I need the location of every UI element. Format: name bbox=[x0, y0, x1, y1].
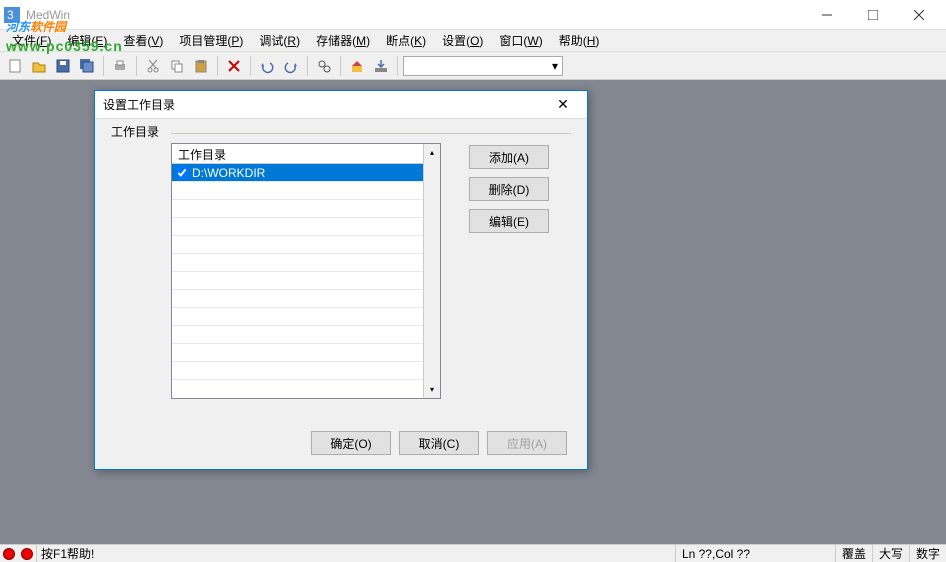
toolbar: ▾ bbox=[0, 52, 946, 80]
statusbar: 按F1帮助! Ln ??,Col ?? 覆盖 大写 数字 bbox=[0, 544, 946, 562]
toolbar-separator bbox=[307, 56, 308, 76]
list-item[interactable]: D:\WORKDIR bbox=[172, 164, 423, 182]
app-title: MedWin bbox=[26, 8, 804, 22]
menu-help[interactable]: 帮助(H) bbox=[551, 30, 608, 51]
menu-debug[interactable]: 调试(R) bbox=[251, 30, 308, 51]
status-indicator-2 bbox=[21, 548, 33, 560]
ok-button[interactable]: 确定(O) bbox=[311, 431, 391, 455]
toolbar-separator bbox=[340, 56, 341, 76]
list-header[interactable]: 工作目录 bbox=[172, 144, 423, 164]
cut-icon[interactable] bbox=[142, 55, 164, 77]
copy-icon[interactable] bbox=[166, 55, 188, 77]
list-item-empty[interactable] bbox=[172, 344, 423, 362]
toolbar-separator bbox=[103, 56, 104, 76]
find-icon[interactable] bbox=[313, 55, 335, 77]
status-caps: 大写 bbox=[872, 545, 909, 562]
dialog-titlebar[interactable]: 设置工作目录 ✕ bbox=[95, 91, 587, 119]
scroll-up-icon[interactable]: ▴ bbox=[424, 144, 440, 161]
undo-icon[interactable] bbox=[256, 55, 278, 77]
list-item-empty[interactable] bbox=[172, 200, 423, 218]
scroll-down-icon[interactable]: ▾ bbox=[424, 381, 440, 398]
menu-window[interactable]: 窗口(W) bbox=[491, 30, 550, 51]
dialog-close-button[interactable]: ✕ bbox=[547, 93, 579, 117]
list-item-empty[interactable] bbox=[172, 236, 423, 254]
menu-settings[interactable]: 设置(O) bbox=[434, 30, 491, 51]
list-item-empty[interactable] bbox=[172, 272, 423, 290]
list-item-empty[interactable] bbox=[172, 308, 423, 326]
menu-view[interactable]: 查看(V) bbox=[115, 30, 171, 51]
open-file-icon[interactable] bbox=[28, 55, 50, 77]
list-item-empty[interactable] bbox=[172, 290, 423, 308]
edit-button[interactable]: 编辑(E) bbox=[469, 209, 549, 233]
list-item-checkbox[interactable] bbox=[176, 167, 188, 179]
toolbar-separator bbox=[217, 56, 218, 76]
menu-breakpoint[interactable]: 断点(K) bbox=[378, 30, 434, 51]
list-item-empty[interactable] bbox=[172, 362, 423, 380]
toolbar-separator bbox=[250, 56, 251, 76]
close-button[interactable] bbox=[896, 0, 942, 30]
titlebar: 3 MedWin bbox=[0, 0, 946, 30]
list-item-empty[interactable] bbox=[172, 254, 423, 272]
apply-button[interactable]: 应用(A) bbox=[487, 431, 567, 455]
list-item-path: D:\WORKDIR bbox=[192, 166, 265, 180]
toolbar-separator bbox=[397, 56, 398, 76]
status-position: Ln ??,Col ?? bbox=[675, 545, 835, 562]
new-file-icon[interactable] bbox=[4, 55, 26, 77]
delete-button[interactable]: 删除(D) bbox=[469, 177, 549, 201]
status-help-text: 按F1帮助! bbox=[36, 545, 675, 562]
minimize-button[interactable] bbox=[804, 0, 850, 30]
app-icon: 3 bbox=[4, 7, 20, 23]
maximize-button[interactable] bbox=[850, 0, 896, 30]
redo-icon[interactable] bbox=[280, 55, 302, 77]
list-item-empty[interactable] bbox=[172, 326, 423, 344]
save-icon[interactable] bbox=[52, 55, 74, 77]
status-indicator-1 bbox=[3, 548, 15, 560]
save-all-icon[interactable] bbox=[76, 55, 98, 77]
cancel-button[interactable]: 取消(C) bbox=[399, 431, 479, 455]
list-item-empty[interactable] bbox=[172, 218, 423, 236]
chevron-down-icon: ▾ bbox=[552, 59, 558, 73]
add-button[interactable]: 添加(A) bbox=[469, 145, 549, 169]
list-item-empty[interactable] bbox=[172, 182, 423, 200]
delete-icon[interactable] bbox=[223, 55, 245, 77]
svg-text:3: 3 bbox=[7, 8, 14, 22]
toolbar-combo[interactable]: ▾ bbox=[403, 56, 563, 76]
print-icon[interactable] bbox=[109, 55, 131, 77]
group-line bbox=[171, 133, 571, 134]
menubar: 文件(F) 编辑(E) 查看(V) 项目管理(P) 调试(R) 存储器(M) 断… bbox=[0, 30, 946, 52]
workdir-dialog: 设置工作目录 ✕ 工作目录 工作目录 D:\WORKDIR ▴ ▾ bbox=[94, 90, 588, 470]
download-icon[interactable] bbox=[370, 55, 392, 77]
workdir-list[interactable]: 工作目录 D:\WORKDIR ▴ ▾ bbox=[171, 143, 441, 399]
status-overwrite: 覆盖 bbox=[835, 545, 872, 562]
list-scrollbar[interactable]: ▴ ▾ bbox=[423, 144, 440, 398]
paste-icon[interactable] bbox=[190, 55, 212, 77]
menu-project[interactable]: 项目管理(P) bbox=[171, 30, 251, 51]
build-icon[interactable] bbox=[346, 55, 368, 77]
dialog-title: 设置工作目录 bbox=[103, 96, 547, 113]
menu-edit[interactable]: 编辑(E) bbox=[59, 30, 115, 51]
status-num: 数字 bbox=[909, 545, 946, 562]
toolbar-separator bbox=[136, 56, 137, 76]
menu-file[interactable]: 文件(F) bbox=[4, 30, 59, 51]
menu-memory[interactable]: 存储器(M) bbox=[308, 30, 378, 51]
